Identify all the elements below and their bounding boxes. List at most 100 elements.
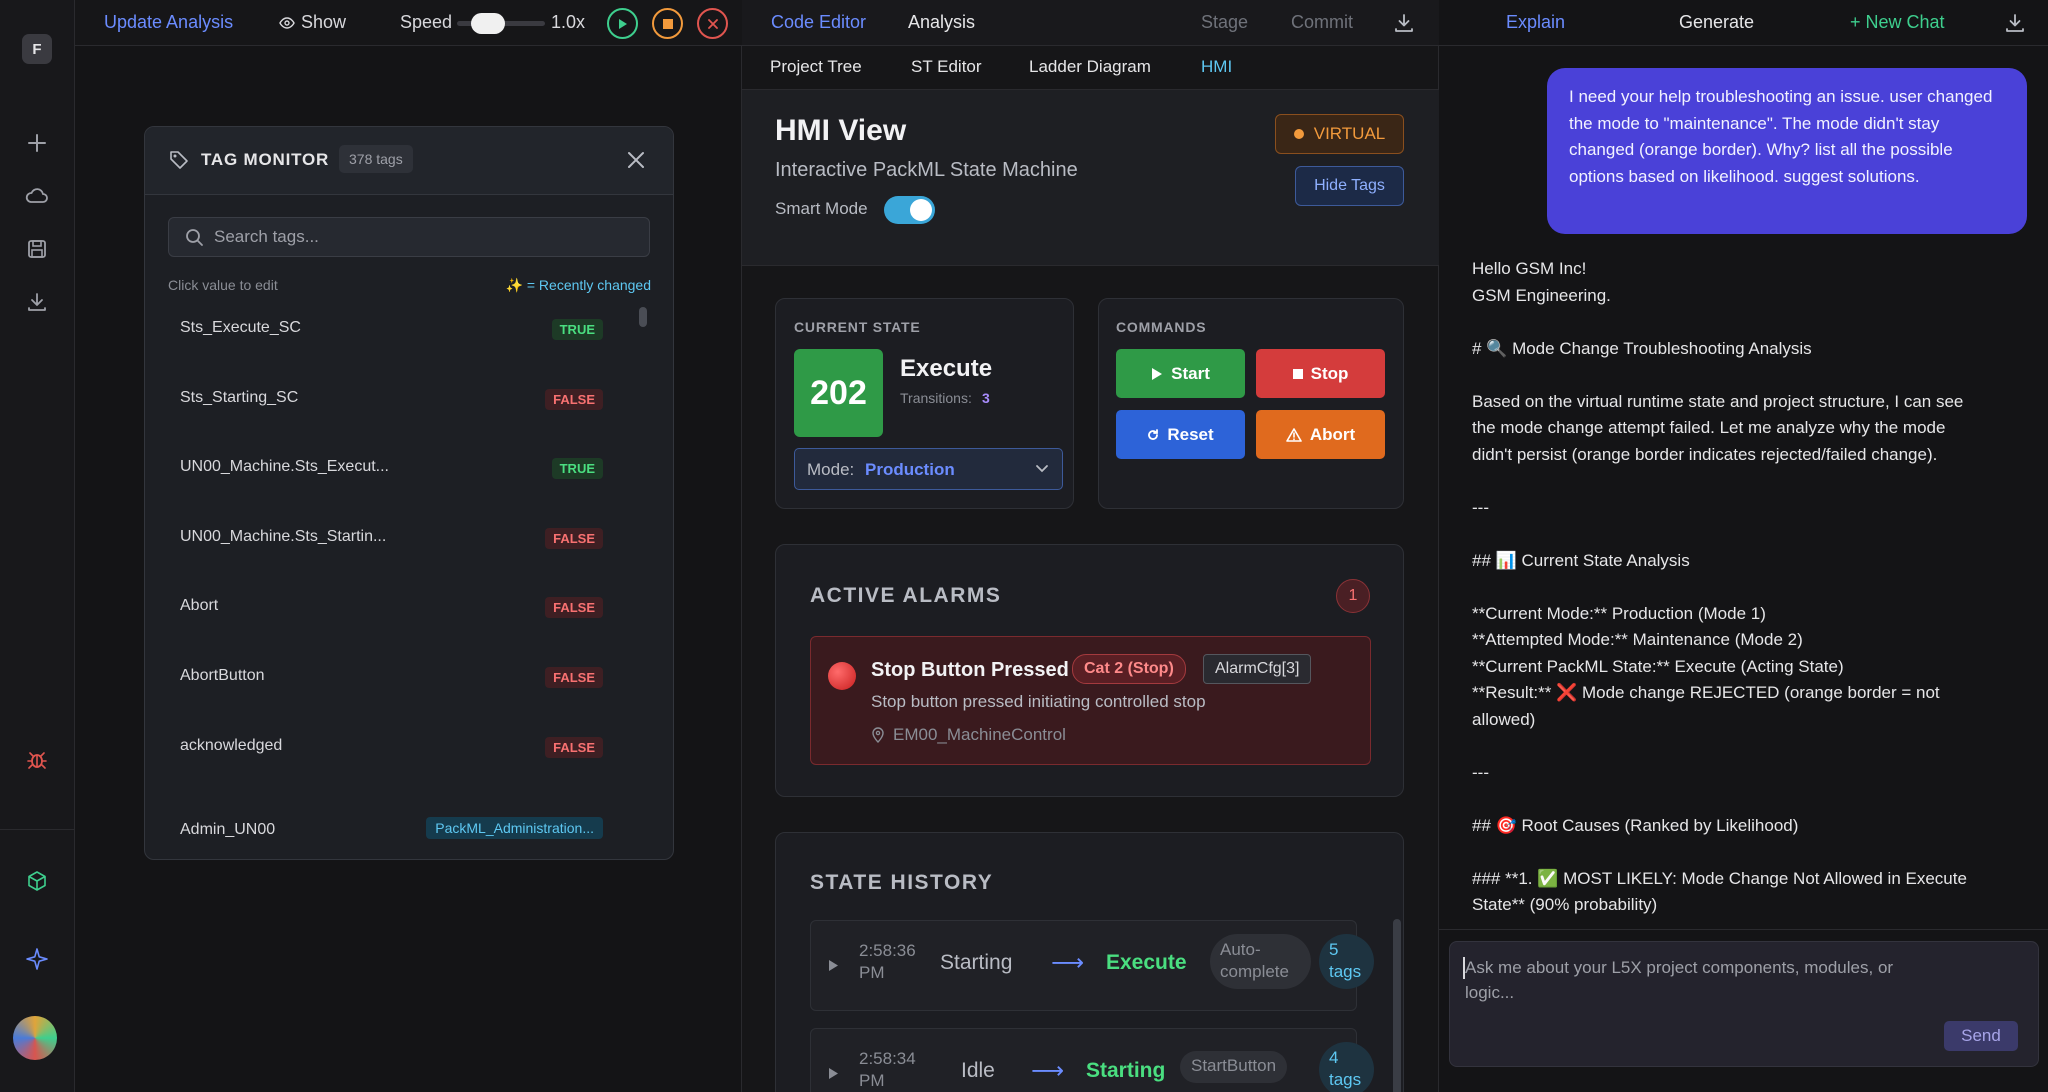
reset-button[interactable]: Reset bbox=[1116, 410, 1245, 459]
chat-input-placeholder: Ask me about your L5X project components… bbox=[1465, 958, 1894, 1002]
tag-row[interactable]: Sts_Starting_SC FALSE bbox=[145, 365, 673, 435]
reply-line: ## 📊 Current State Analysis bbox=[1472, 550, 1690, 570]
transitions-count: 3 bbox=[982, 390, 990, 406]
tag-search-input[interactable]: Search tags... bbox=[168, 217, 650, 257]
alarm-item[interactable]: Stop Button Pressed Cat 2 (Stop) AlarmCf… bbox=[810, 636, 1371, 765]
new-chat-button[interactable]: + New Chat bbox=[1850, 12, 1945, 33]
alarm-count: 1 bbox=[1348, 587, 1358, 604]
smart-mode-toggle[interactable] bbox=[884, 196, 935, 224]
send-button[interactable]: Send bbox=[1944, 1021, 2018, 1051]
mode-label: Mode: bbox=[807, 460, 855, 479]
eye-icon bbox=[279, 16, 295, 29]
cloud-icon[interactable] bbox=[20, 179, 54, 213]
speed-slider[interactable] bbox=[457, 13, 545, 34]
history-time: 2:58:36 bbox=[859, 941, 916, 960]
reply-line: --- bbox=[1472, 497, 1489, 517]
hide-tags-button[interactable]: Hide Tags bbox=[1295, 166, 1404, 206]
active-alarms-card: ACTIVE ALARMS 1 Stop Button Pressed Cat … bbox=[775, 544, 1404, 797]
play-button[interactable] bbox=[607, 8, 638, 39]
stop-square-icon bbox=[662, 18, 673, 29]
tab-generate[interactable]: Generate bbox=[1679, 12, 1754, 33]
expand-caret-icon bbox=[829, 960, 838, 971]
tag-value[interactable]: FALSE bbox=[545, 527, 603, 549]
tag-value[interactable]: TRUE bbox=[551, 319, 603, 340]
history-time-ampm: PM bbox=[859, 1071, 885, 1090]
tag-value[interactable]: FALSE bbox=[545, 736, 603, 758]
tag-value[interactable]: PackML_Administration... bbox=[426, 817, 603, 840]
plus-icon[interactable] bbox=[20, 126, 54, 160]
arrow-right-icon: ⟶ bbox=[1051, 949, 1084, 975]
tag-value[interactable]: FALSE bbox=[545, 388, 603, 410]
subtab-st-editor[interactable]: ST Editor bbox=[911, 57, 982, 77]
close-runtime-button[interactable] bbox=[697, 8, 728, 39]
tag-name: Sts_Starting_SC bbox=[180, 388, 299, 406]
history-entry[interactable]: 2:58:36 PM Starting ⟶ Execute Auto- comp… bbox=[810, 920, 1374, 1011]
history-time: 2:58:34 bbox=[859, 1049, 916, 1068]
history-entry[interactable]: 2:58:34 PM Idle ⟶ Starting StartButton 4… bbox=[810, 1028, 1374, 1092]
download-icon[interactable] bbox=[20, 285, 54, 319]
history-tags-count: 5 bbox=[1329, 940, 1339, 959]
close-icon bbox=[707, 18, 718, 29]
tag-row[interactable]: Abort FALSE bbox=[145, 573, 673, 643]
reply-line: didn't persist (orange border indicates … bbox=[1472, 444, 1938, 464]
chat-input[interactable]: Ask me about your L5X project components… bbox=[1449, 941, 2039, 1067]
history-tags-badge: 4 tags bbox=[1319, 1042, 1374, 1092]
close-icon[interactable] bbox=[626, 150, 646, 170]
bug-icon[interactable] bbox=[20, 743, 54, 777]
save-icon[interactable] bbox=[20, 232, 54, 266]
speed-slider-knob[interactable] bbox=[470, 13, 505, 34]
reply-line: ### **1. ✅ MOST LIKELY: Mode Change Not … bbox=[1472, 868, 1967, 888]
history-to-state: Execute bbox=[1106, 951, 1187, 974]
mode-select[interactable]: Mode: Production bbox=[794, 448, 1063, 490]
history-from-state: Idle bbox=[961, 1059, 995, 1082]
hmi-title: HMI View bbox=[775, 114, 907, 147]
tag-row[interactable]: UN00_Machine.Sts_Startin... FALSE bbox=[145, 504, 673, 574]
avatar[interactable] bbox=[13, 1016, 57, 1060]
history-tags-unit: tags bbox=[1329, 962, 1362, 981]
tab-explain[interactable]: Explain bbox=[1506, 12, 1565, 33]
cube-icon[interactable] bbox=[20, 864, 54, 898]
recent-hint: ✨ = Recently changed bbox=[505, 277, 651, 293]
subtab-ladder-diagram[interactable]: Ladder Diagram bbox=[1029, 57, 1151, 77]
tag-row[interactable]: Sts_Execute_SC TRUE bbox=[145, 295, 673, 365]
show-button[interactable]: Show bbox=[279, 12, 346, 33]
active-alarms-title: ACTIVE ALARMS bbox=[810, 584, 1002, 607]
tag-row[interactable]: AbortButton FALSE bbox=[145, 643, 673, 713]
tag-value[interactable]: FALSE bbox=[545, 667, 603, 688]
alarm-config-badge: AlarmCfg[3] bbox=[1203, 654, 1312, 684]
subtab-project-tree[interactable]: Project Tree bbox=[770, 57, 862, 77]
send-label: Send bbox=[1961, 1026, 2001, 1045]
commands-label: COMMANDS bbox=[1116, 319, 1207, 335]
update-analysis-button[interactable]: Update Analysis bbox=[104, 12, 233, 33]
stop-button[interactable]: Stop bbox=[1256, 349, 1385, 398]
tab-analysis[interactable]: Analysis bbox=[908, 12, 975, 33]
commit-button[interactable]: Commit bbox=[1291, 12, 1353, 33]
state-code-tile: 202 bbox=[794, 349, 883, 437]
history-time-ampm: PM bbox=[859, 963, 885, 982]
stage-button[interactable]: Stage bbox=[1201, 12, 1248, 33]
tag-value[interactable]: FALSE bbox=[545, 597, 603, 619]
subtab-hmi[interactable]: HMI bbox=[1201, 57, 1232, 77]
reply-line: **Current PackML State:** Execute (Actin… bbox=[1472, 656, 1844, 676]
tag-icon bbox=[170, 151, 188, 169]
state-history-title: STATE HISTORY bbox=[810, 871, 994, 894]
download-icon[interactable] bbox=[2005, 13, 2025, 33]
alarm-count-badge: 1 bbox=[1336, 579, 1370, 613]
alarm-indicator-icon bbox=[828, 662, 856, 690]
download-icon[interactable] bbox=[1394, 13, 1414, 33]
app-logo[interactable]: F bbox=[22, 34, 52, 64]
pause-stop-button[interactable] bbox=[652, 8, 683, 39]
sparkle-icon[interactable] bbox=[20, 942, 54, 976]
state-history-card: STATE HISTORY 2:58:36 PM Starting ⟶ Exec… bbox=[775, 832, 1404, 1092]
state-code: 202 bbox=[810, 373, 867, 412]
abort-button[interactable]: Abort bbox=[1256, 410, 1385, 459]
tag-row[interactable]: UN00_Machine.Sts_Execut... TRUE bbox=[145, 434, 673, 504]
tag-value[interactable]: TRUE bbox=[551, 458, 603, 480]
tab-code-editor[interactable]: Code Editor bbox=[771, 12, 866, 33]
start-button[interactable]: Start bbox=[1116, 349, 1245, 398]
tag-row[interactable]: Admin_UN00 PackML_Administration... bbox=[145, 782, 673, 852]
history-scrollbar[interactable] bbox=[1393, 919, 1401, 1092]
tag-row[interactable]: acknowledged FALSE bbox=[145, 713, 673, 783]
history-to-state: Starting bbox=[1086, 1059, 1166, 1082]
reply-line: the mode change attempt failed. Let me a… bbox=[1472, 418, 1946, 437]
